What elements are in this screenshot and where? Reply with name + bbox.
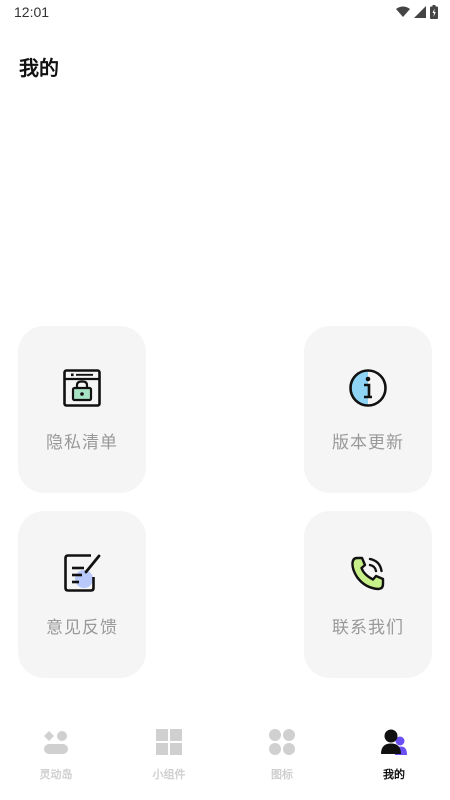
status-time: 12:01 (14, 4, 50, 20)
user-icon (381, 729, 407, 755)
widgets-icon (156, 729, 182, 755)
icons-grid-icon (269, 729, 295, 755)
tab-label: 我的 (383, 768, 405, 781)
tab-label: 小组件 (152, 768, 186, 781)
wifi-icon (396, 6, 410, 17)
privacy-list-label: 隐私清单 (46, 433, 118, 453)
contact-us-card[interactable]: 联系我们 (304, 511, 432, 678)
bottom-tab-bar: 灵动岛 小组件 图标 我的 (0, 722, 450, 800)
island-icon (44, 731, 68, 754)
battery-icon (430, 5, 438, 19)
version-update-label: 版本更新 (332, 433, 404, 453)
phone-call-icon (351, 556, 385, 591)
tab-mine[interactable]: 我的 (338, 722, 450, 792)
status-bar: 12:01 (0, 0, 450, 26)
page-title: 我的 (19, 56, 59, 80)
tab-icons[interactable]: 图标 (226, 722, 338, 792)
privacy-list-card[interactable]: 隐私清单 (18, 326, 146, 493)
status-icons (396, 5, 438, 19)
tab-label: 灵动岛 (39, 768, 73, 781)
version-update-card[interactable]: 版本更新 (304, 326, 432, 493)
tab-dynamic-island[interactable]: 灵动岛 (0, 722, 112, 792)
privacy-list-icon (63, 369, 101, 407)
cellular-signal-icon (414, 6, 426, 18)
feedback-edit-icon (64, 554, 101, 592)
tab-widgets[interactable]: 小组件 (113, 722, 225, 792)
info-icon (349, 369, 387, 407)
feedback-card[interactable]: 意见反馈 (18, 511, 146, 678)
tab-label: 图标 (271, 768, 293, 781)
contact-us-label: 联系我们 (332, 618, 404, 638)
feedback-label: 意见反馈 (46, 618, 118, 638)
